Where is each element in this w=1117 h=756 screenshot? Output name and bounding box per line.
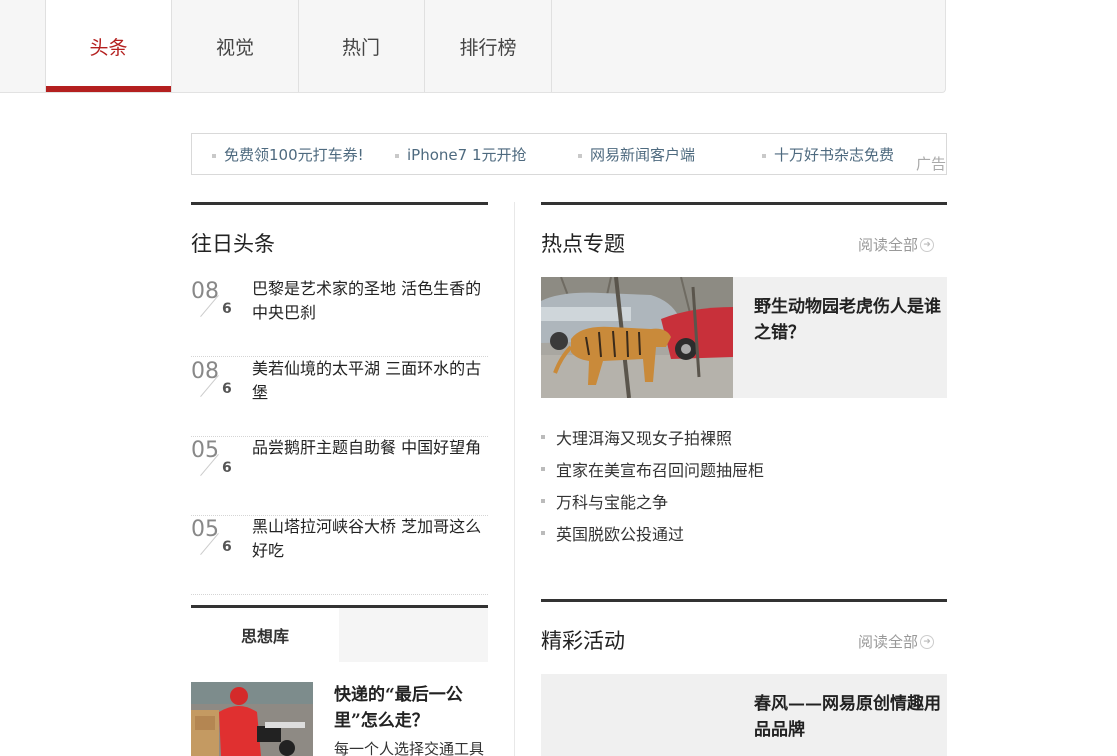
hot-topic-list: 大理洱海又现女子拍裸照 宜家在美宣布召回问题抽屉柜 万科与宝能之争 英国脱欧公投… <box>541 421 947 549</box>
section-rule <box>541 202 947 205</box>
list-item[interactable]: 05 6 黑山塔拉河峡谷大桥 芝加哥这么好吃 <box>191 515 488 595</box>
think-tank-header: 思想库 <box>191 605 488 662</box>
activity-feature-title[interactable]: 春风——网易原创情趣用品品牌 <box>754 691 949 743</box>
tab-label: 热门 <box>341 36 380 59</box>
date-day: 6 <box>222 460 232 476</box>
tab-think-tank[interactable]: 思想库 <box>191 608 339 662</box>
list-item[interactable]: 宜家在美宣布召回问题抽屉柜 <box>541 453 947 485</box>
date-badge: 08 6 <box>191 277 241 327</box>
headline-link[interactable]: 巴黎是艺术家的圣地 活色生香的中央巴刹 <box>252 277 488 325</box>
hot-feature-title[interactable]: 野生动物园老虎伤人是谁之错？ <box>754 294 949 346</box>
ad-link-taxi-coupon[interactable]: 免费领100元打车券! <box>212 144 364 165</box>
past-headlines-title: 往日头条 <box>191 232 275 256</box>
list-item[interactable]: 万科与宝能之争 <box>541 485 947 517</box>
arrow-right-circle-icon: ➜ <box>920 237 935 252</box>
headline-link[interactable]: 品尝鹅肝主题自助餐 中国好望角 <box>252 436 488 460</box>
tab-label: 排行榜 <box>459 36 517 59</box>
tiger-photo[interactable] <box>541 277 733 398</box>
list-item[interactable]: 05 6 品尝鹅肝主题自助餐 中国好望角 <box>191 436 488 516</box>
activities-title: 精彩活动 <box>541 629 625 653</box>
arrow-right-circle-icon: ➜ <box>920 634 935 649</box>
tab-label: 头条 <box>89 36 128 59</box>
ad-link-magazines[interactable]: 十万好书杂志免费 <box>762 144 894 165</box>
section-rule <box>191 202 488 205</box>
tab-label: 视觉 <box>215 36 254 59</box>
list-item[interactable]: 08 6 巴黎是艺术家的圣地 活色生香的中央巴刹 <box>191 277 488 357</box>
list-item[interactable]: 大理洱海又现女子拍裸照 <box>541 421 947 453</box>
top-nav: 头条 视觉 热门 排行榜 <box>0 0 946 93</box>
ad-tag: 广告 <box>915 155 946 173</box>
column-divider <box>514 202 515 756</box>
list-item[interactable]: 英国脱欧公投通过 <box>541 517 947 549</box>
date-day: 6 <box>222 539 232 555</box>
tab-headlines[interactable]: 头条 <box>45 0 172 92</box>
headline-link[interactable]: 美若仙境的太平湖 三面环水的古堡 <box>252 357 488 405</box>
think-tank-headline[interactable]: 快递的“最后一公里”怎么走？ <box>334 682 494 734</box>
date-badge: 05 6 <box>191 436 241 486</box>
ad-bar: 免费领100元打车券! iPhone7 1元开抢 网易新闻客户端 十万好书杂志免… <box>191 133 947 175</box>
date-badge: 05 6 <box>191 515 241 565</box>
read-all-link[interactable]: 阅读全部 ➜ <box>858 234 935 255</box>
think-tank-summary: 每一个人选择交通工具 <box>334 740 485 756</box>
hot-feature-card[interactable]: 野生动物园老虎伤人是谁之错？ <box>541 277 947 398</box>
ad-link-news-client[interactable]: 网易新闻客户端 <box>578 144 695 165</box>
date-badge: 08 6 <box>191 357 241 407</box>
tab-visual[interactable]: 视觉 <box>172 0 299 92</box>
list-item[interactable]: 08 6 美若仙境的太平湖 三面环水的古堡 <box>191 357 488 437</box>
read-all-label: 阅读全部 <box>858 236 919 254</box>
date-day: 6 <box>222 381 232 397</box>
activity-feature-card[interactable]: 春风——网易原创情趣用品品牌 <box>541 674 947 756</box>
date-day: 6 <box>222 301 232 317</box>
read-all-label: 阅读全部 <box>858 633 919 651</box>
headline-link[interactable]: 黑山塔拉河峡谷大桥 芝加哥这么好吃 <box>252 515 488 563</box>
tab-popular[interactable]: 热门 <box>298 0 425 92</box>
ad-link-iphone[interactable]: iPhone7 1元开抢 <box>395 144 527 165</box>
hot-topics-title: 热点专题 <box>541 232 625 256</box>
read-all-link[interactable]: 阅读全部 ➜ <box>858 631 935 652</box>
section-rule <box>541 599 947 602</box>
courier-photo[interactable] <box>191 682 313 756</box>
tab-ranking[interactable]: 排行榜 <box>425 0 552 92</box>
